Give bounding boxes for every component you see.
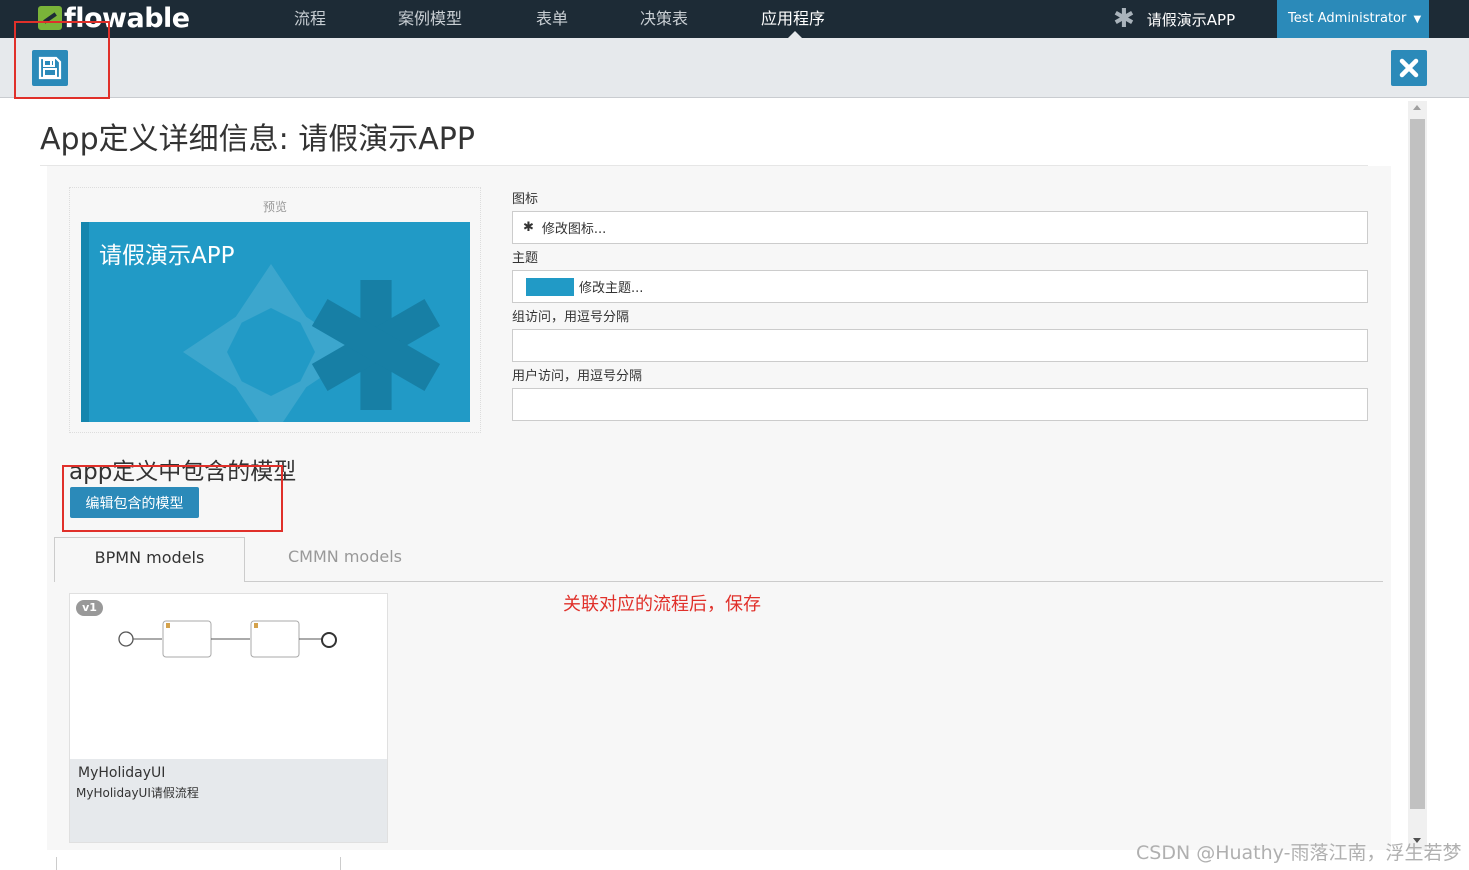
preview-label: 预览 — [262, 200, 287, 214]
theme-label: 主题 — [512, 251, 539, 266]
nav-item-process[interactable]: 流程 — [294, 0, 326, 38]
user-access-input[interactable] — [512, 388, 1368, 421]
tab-bpmn-models[interactable]: BPMN models — [54, 537, 245, 582]
app-preview-tile: 请假演示APP — [81, 222, 470, 422]
change-icon-label: 修改图标... — [541, 222, 607, 237]
nav-item-forms[interactable]: 表单 — [536, 0, 568, 38]
model-card-footer: MyHolidayUI MyHolidayUI请假流程 — [70, 759, 387, 842]
current-app[interactable]: ✱ 请假演示APP — [1113, 0, 1235, 38]
asterisk-icon: ✱ — [523, 220, 534, 235]
model-name: MyHolidayUI — [78, 765, 166, 781]
user-menu[interactable]: Test Administrator ▼ — [1277, 0, 1429, 38]
vertical-scrollbar[interactable] — [1408, 101, 1427, 850]
asterisk-icon: ✱ — [1113, 4, 1135, 34]
bottom-divider-right — [340, 857, 341, 870]
tab-cmmn-models[interactable]: CMMN models — [260, 537, 430, 582]
top-navbar: flowable 流程 案例模型 表单 决策表 应用程序 ✱ 请假演示APP T… — [0, 0, 1469, 38]
group-access-input[interactable] — [512, 329, 1368, 362]
theme-swatch — [526, 277, 574, 296]
bottom-divider-left — [56, 857, 57, 870]
close-icon — [1399, 58, 1419, 78]
toolbar — [0, 38, 1469, 98]
scroll-up-arrow-icon[interactable] — [1413, 105, 1421, 110]
close-button[interactable] — [1391, 50, 1427, 86]
model-card[interactable]: v1 MyHolidayUI MyHolidayUI请假流程 — [69, 593, 388, 843]
annotation-text: 关联对应的流程后，保存 — [563, 594, 761, 615]
active-nav-caret — [788, 31, 802, 38]
current-app-name: 请假演示APP — [1146, 10, 1236, 29]
user-name: Test Administrator — [1288, 11, 1407, 26]
asterisk-icon — [311, 280, 441, 410]
icon-label: 图标 — [512, 192, 539, 207]
chevron-down-icon: ▼ — [1413, 14, 1422, 25]
model-description: MyHolidayUI请假流程 — [76, 786, 199, 800]
change-theme-button[interactable]: 修改主题... — [512, 270, 1368, 303]
highlight-box-edit — [62, 465, 283, 532]
user-access-label: 用户访问，用逗号分隔 — [512, 369, 643, 384]
tile-stripe — [81, 222, 89, 422]
change-icon-button[interactable]: ✱ 修改图标... — [512, 211, 1368, 244]
nav-item-case-models[interactable]: 案例模型 — [398, 0, 462, 38]
nav-item-decision-tables[interactable]: 决策表 — [640, 0, 688, 38]
tabs-divider — [54, 581, 1383, 582]
watermark: CSDN @Huathy-雨落江南，浮生若梦 — [1136, 842, 1462, 864]
process-diagram-thumbnail — [118, 620, 337, 658]
page-title: App定义详细信息: 请假演示APP — [40, 122, 475, 157]
change-theme-label: 修改主题... — [579, 281, 644, 296]
highlight-box-save — [14, 21, 110, 99]
group-access-label: 组访问，用逗号分隔 — [512, 310, 630, 325]
tile-title: 请假演示APP — [99, 243, 235, 269]
scroll-thumb[interactable] — [1410, 119, 1425, 809]
